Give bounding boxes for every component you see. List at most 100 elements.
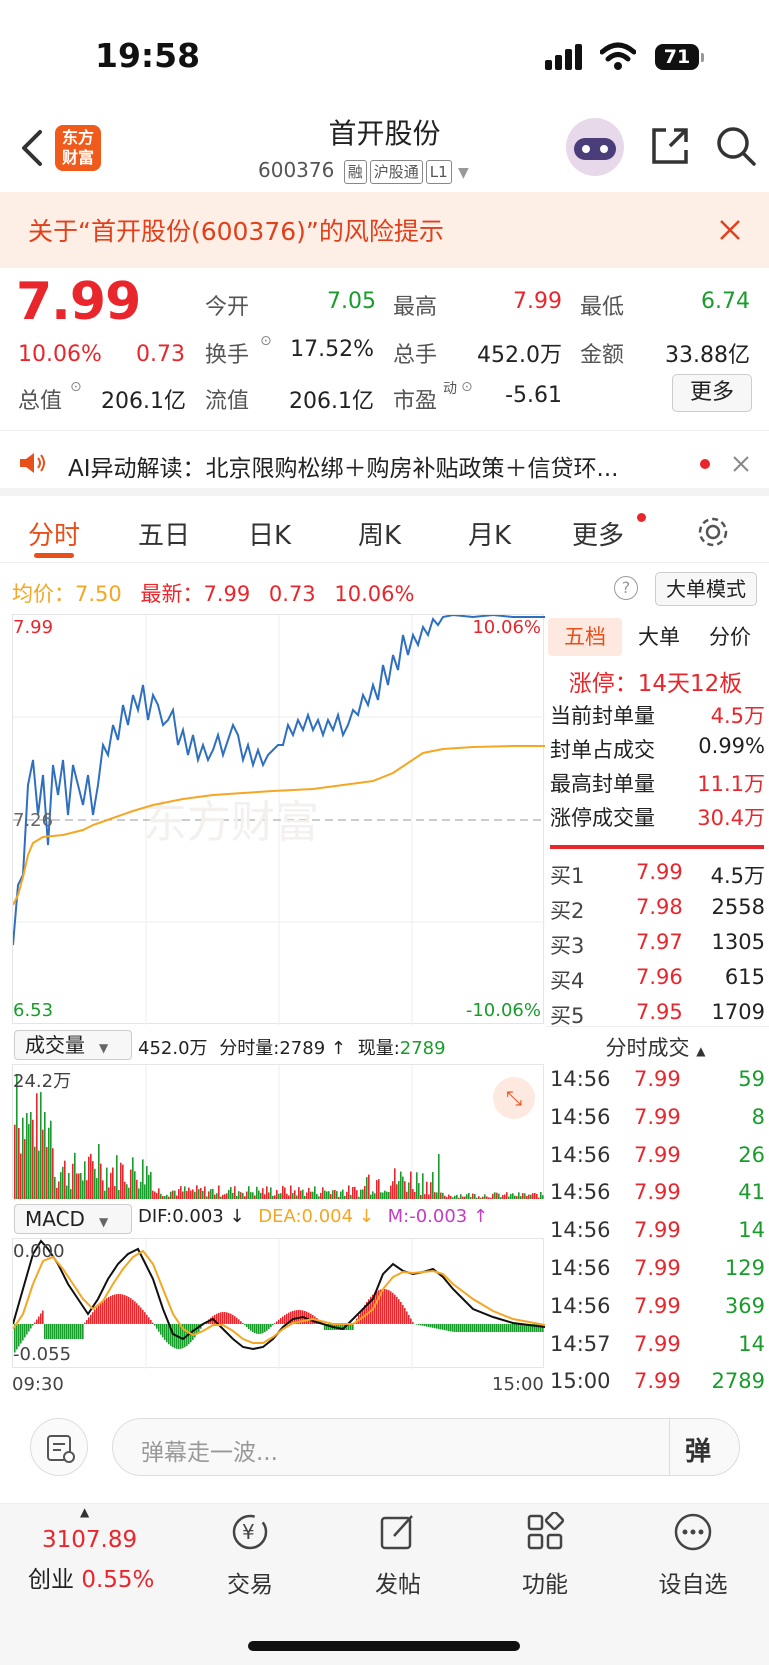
volume-bar	[36, 1093, 38, 1199]
tab-big-orders[interactable]: 大单	[622, 618, 696, 656]
tab-five-day[interactable]: 五日	[138, 515, 190, 552]
bid-row[interactable]: 买3 7.97 1305	[550, 930, 765, 960]
volume-bar	[314, 1186, 316, 1199]
volume-bar	[536, 1193, 538, 1199]
volume-bar	[266, 1186, 268, 1199]
macd-bar	[512, 1324, 514, 1332]
share-icon[interactable]	[648, 124, 692, 168]
volume-chart[interactable]: 24.2万 ⤡	[12, 1064, 544, 1199]
risk-warning-banner[interactable]: 关于“首开股份(600376)”的风险提示	[0, 192, 769, 268]
close-icon[interactable]	[718, 218, 742, 242]
bid-row[interactable]: 买4 7.96 615	[550, 965, 765, 995]
volume-bar	[296, 1195, 298, 1199]
settings-gear-icon[interactable]	[696, 515, 730, 549]
big-order-mode-button[interactable]: 大单模式	[655, 572, 757, 606]
volume-bar	[190, 1190, 192, 1199]
tab-more[interactable]: 更多	[572, 515, 624, 552]
watchlist-more-icon[interactable]	[673, 1512, 713, 1552]
volume-bar	[344, 1195, 346, 1199]
limit-up-info: 涨停：14天12板	[548, 664, 763, 698]
macd-bar	[500, 1324, 502, 1332]
nav-functions[interactable]: 功能	[495, 1565, 595, 1599]
expand-icon[interactable]: ⤡	[493, 1077, 535, 1119]
volume-bar	[180, 1186, 182, 1199]
close-icon[interactable]	[732, 455, 750, 473]
macd-bar	[466, 1324, 468, 1332]
bid-row[interactable]: 买2 7.98 2558	[550, 895, 765, 925]
macd-bar	[394, 1294, 396, 1324]
nav-post[interactable]: 发帖	[348, 1565, 448, 1599]
macd-bar	[448, 1324, 450, 1331]
bid-row[interactable]: 买1 7.99 4.5万	[550, 860, 765, 890]
index-quote[interactable]: 创业 0.55%	[28, 1560, 154, 1594]
macd-bar	[392, 1292, 394, 1324]
info-icon[interactable]: ⊙	[461, 379, 473, 395]
macd-bar	[58, 1324, 60, 1339]
volume-bar	[426, 1181, 428, 1199]
macd-bar	[116, 1294, 118, 1324]
tab-five-levels[interactable]: 五档	[548, 618, 622, 656]
bid-price: 7.96	[636, 965, 683, 989]
stock-code-row[interactable]: 600376 融沪股通 L1 ▼	[258, 158, 469, 184]
macd-bar	[72, 1324, 74, 1339]
nav-trade[interactable]: 交易	[200, 1565, 300, 1599]
tab-price-dist[interactable]: 分价	[696, 618, 764, 656]
macd-bar	[454, 1324, 456, 1332]
volume-indicator-select[interactable]: 成交量 ▼	[14, 1030, 132, 1060]
volume-bar	[86, 1180, 88, 1199]
comment-list-icon[interactable]	[30, 1418, 88, 1476]
turnover-label: 换手	[205, 343, 250, 368]
volume-bar	[364, 1186, 366, 1199]
macd-bar	[172, 1324, 174, 1348]
volume-bar	[458, 1197, 460, 1199]
new-dot	[637, 513, 646, 522]
time-end-label: 15:00	[492, 1374, 544, 1395]
ai-analysis-bar[interactable]: AI异动解读：北京限购松绑＋购房补贴政策＋信贷环...	[0, 430, 769, 496]
functions-grid-icon[interactable]	[525, 1512, 565, 1552]
seal-label: 封单占成交	[550, 738, 655, 762]
volume-bar	[460, 1194, 462, 1199]
macd-bar	[122, 1294, 124, 1324]
info-icon[interactable]: ⊙	[260, 333, 272, 349]
trade-yen-icon[interactable]: ¥	[230, 1512, 270, 1552]
post-edit-icon[interactable]	[378, 1512, 418, 1552]
current-volume-label: 现量:	[357, 1038, 400, 1059]
search-icon[interactable]	[714, 124, 758, 168]
volume-bar	[238, 1191, 240, 1199]
nav-add-watchlist[interactable]: 设自选	[643, 1565, 743, 1599]
intraday-price-chart[interactable]: 东方财富 7.99 10.06% 7.26 6.53 -10.06%	[12, 614, 545, 1025]
robot-assistant-icon[interactable]	[566, 118, 624, 176]
danmu-input[interactable]: 弹幕走一波... 弹	[112, 1418, 740, 1476]
macd-bar	[184, 1324, 186, 1348]
volume-bar	[220, 1196, 222, 1199]
ticks-header[interactable]: 分时成交 ▲	[548, 1032, 763, 1062]
volume-bar	[188, 1187, 190, 1199]
macd-bar	[20, 1324, 22, 1344]
tab-daily-k[interactable]: 日K	[248, 515, 291, 552]
help-icon[interactable]: ?	[614, 576, 638, 600]
info-icon[interactable]: ⊙	[70, 379, 82, 395]
tab-monthly-k[interactable]: 月K	[468, 515, 511, 552]
macd-bar	[506, 1324, 508, 1332]
macd-indicator-select[interactable]: MACD ▼	[14, 1204, 132, 1234]
index-value[interactable]: 3107.89	[42, 1527, 137, 1553]
volume-bar	[18, 1127, 20, 1199]
more-button[interactable]: 更多	[672, 374, 752, 412]
tab-intraday[interactable]: 分时	[28, 515, 80, 552]
volume-bar	[26, 1112, 28, 1199]
volume-bar	[162, 1196, 164, 1199]
volume-bar	[318, 1196, 320, 1199]
limit-up-label: 涨停：	[568, 671, 638, 697]
chart-info-line: 均价：7.50 最新：7.99 0.73 10.06%	[12, 578, 414, 608]
tab-weekly-k[interactable]: 周K	[358, 515, 401, 552]
macd-bar	[126, 1295, 128, 1324]
seal-label: 当前封单量	[550, 704, 655, 728]
macd-bar	[518, 1324, 520, 1332]
volume-bar	[532, 1193, 534, 1199]
macd-chart[interactable]: 0.000 -0.055	[12, 1238, 545, 1369]
latest-pct: 10.06%	[334, 582, 415, 606]
danmu-toggle-icon[interactable]: 弹	[685, 1431, 711, 1468]
macd-bar	[396, 1296, 398, 1324]
volume-bar	[438, 1154, 440, 1199]
bid-price: 7.99	[636, 860, 683, 884]
